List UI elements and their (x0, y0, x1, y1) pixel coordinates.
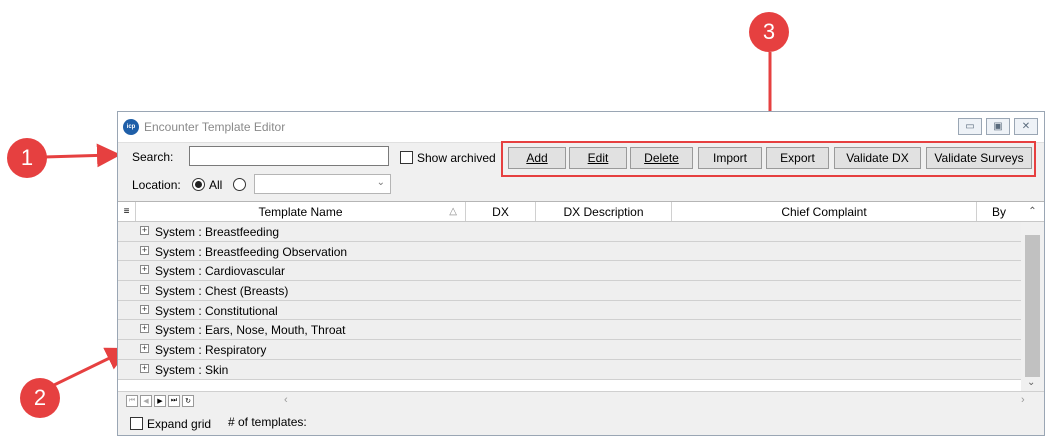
sort-ascending-icon: △ (449, 206, 457, 217)
delete-button[interactable]: Delete (630, 147, 693, 169)
show-archived-label: Show archived (417, 151, 496, 165)
row-template-name: System : Constitutional (155, 303, 278, 318)
expand-icon[interactable]: + (140, 226, 149, 235)
delete-button-label: Delete (644, 151, 679, 165)
expand-icon[interactable]: + (140, 304, 149, 314)
add-button[interactable]: Add (508, 147, 566, 169)
table-row[interactable]: + System : Ears, Nose, Mouth, Throat (118, 320, 1021, 341)
previous-record-icon[interactable]: ◀ (140, 395, 152, 407)
expand-icon[interactable]: + (140, 344, 149, 354)
expand-icon[interactable]: + (140, 285, 149, 295)
search-label: Search: (132, 150, 174, 164)
table-row[interactable]: + System : Cardiovascular (118, 261, 1021, 282)
expand-icon[interactable]: + (140, 245, 149, 255)
add-button-label: Add (526, 151, 548, 165)
grid-rows: + System : Breastfeeding + System : Breast… (118, 222, 1021, 380)
expand-icon[interactable]: + (140, 265, 149, 275)
edit-button[interactable]: Edit (569, 147, 627, 169)
expand-grid-label: Expand grid (147, 417, 212, 431)
location-all-label: All (209, 178, 223, 192)
column-chooser-icon[interactable]: ≡ (118, 202, 136, 221)
chevron-down-icon: ⌄ (376, 177, 385, 188)
expand-icon[interactable]: + (140, 324, 149, 334)
column-template-name-label: Template Name (258, 204, 343, 219)
validate-dx-button-label: Validate DX (846, 151, 909, 165)
templates-count-label: # of templates: (228, 415, 307, 429)
window-title: Encounter Template Editor (144, 120, 286, 134)
column-by-label: By (991, 204, 1006, 219)
table-row[interactable]: + System : Respiratory (118, 340, 1021, 360)
scroll-right-arrow-icon[interactable]: › (1021, 394, 1025, 406)
grid-header: ≡ Template Name △ DX DX Description Chie… (118, 202, 1044, 222)
expand-grid-checkbox[interactable] (130, 417, 143, 430)
scroll-left-arrow-icon[interactable]: ‹ (284, 394, 288, 406)
table-row[interactable]: + System : Breastfeeding Observation (118, 241, 1021, 262)
export-button[interactable]: Export (766, 147, 829, 169)
app-icon: icp (123, 119, 139, 135)
callout-2-arrow (51, 347, 131, 388)
refresh-icon[interactable]: ↻ (182, 395, 194, 407)
row-template-name: System : Breastfeeding (155, 225, 280, 239)
import-button[interactable]: Import (698, 147, 762, 169)
title-bar: icp Encounter Template Editor ▭ ▣ ✕ (118, 112, 1044, 143)
table-row[interactable]: + System : Skin (118, 359, 1021, 380)
maximize-button[interactable]: ▣ (986, 118, 1010, 135)
column-chief-complaint-label: Chief Complaint (781, 204, 867, 219)
vertical-scroll-thumb[interactable] (1025, 235, 1040, 377)
search-input[interactable] (189, 146, 389, 166)
callout-3: 3 (749, 12, 789, 52)
column-header-dx[interactable]: DX (466, 202, 536, 221)
column-dx-label: DX (492, 204, 509, 219)
show-archived-checkbox[interactable] (400, 151, 413, 164)
table-row[interactable]: + System : Breastfeeding (118, 222, 1021, 242)
callout-1: 1 (7, 138, 47, 178)
callout-2: 2 (20, 378, 60, 418)
table-row[interactable]: + System : Chest (Breasts) (118, 281, 1021, 301)
validate-dx-button[interactable]: Validate DX (834, 147, 921, 169)
grid-navigation-bar: ⏮ ◀ ▶ ⏭ ↻ ‹ › (118, 391, 1044, 410)
export-button-label: Export (780, 151, 815, 165)
column-dx-description-label: DX Description (563, 204, 644, 219)
first-record-icon[interactable]: ⏮ (126, 395, 138, 407)
next-record-icon[interactable]: ▶ (154, 395, 166, 407)
validate-surveys-button[interactable]: Validate Surveys (926, 147, 1032, 169)
column-header-by[interactable]: By (977, 202, 1021, 221)
location-label: Location: (132, 178, 181, 192)
minimize-button[interactable]: ▭ (958, 118, 982, 135)
scroll-down-arrow-icon[interactable]: ⌄ (1027, 377, 1035, 388)
footer: Expand grid # of templates: (118, 410, 1044, 436)
row-template-name: System : Breastfeeding Observation (155, 244, 348, 259)
row-template-name: System : Ears, Nose, Mouth, Throat (155, 323, 346, 338)
edit-button-label: Edit (587, 151, 609, 165)
vertical-scrollbar[interactable]: ⌄ (1021, 222, 1044, 391)
column-header-chief-complaint[interactable]: Chief Complaint (672, 202, 977, 221)
table-row[interactable]: + System : Constitutional (118, 300, 1021, 321)
callout-1-arrow (43, 143, 121, 168)
column-header-dx-description[interactable]: DX Description (536, 202, 672, 221)
encounter-template-editor-window: icp Encounter Template Editor ▭ ▣ ✕ Sear… (117, 111, 1045, 436)
location-specific-radio[interactable] (233, 178, 246, 191)
column-header-template-name[interactable]: Template Name △ (136, 202, 466, 221)
last-record-icon[interactable]: ⏭ (168, 395, 180, 407)
row-template-name: System : Cardiovascular (155, 264, 286, 279)
validate-surveys-button-label: Validate Surveys (934, 151, 1024, 165)
close-button[interactable]: ✕ (1014, 118, 1038, 135)
row-template-name: System : Respiratory (155, 343, 267, 358)
row-template-name: System : Chest (Breasts) (155, 284, 289, 299)
location-select[interactable]: ⌄ (254, 174, 391, 194)
templates-grid: ≡ Template Name △ DX DX Description Chie… (118, 201, 1044, 410)
import-button-label: Import (712, 151, 747, 165)
expand-icon[interactable]: + (140, 363, 149, 373)
location-all-radio[interactable] (192, 178, 205, 191)
scroll-up-arrow-icon[interactable]: ⌃ (1021, 202, 1044, 221)
row-template-name: System : Skin (155, 362, 229, 377)
